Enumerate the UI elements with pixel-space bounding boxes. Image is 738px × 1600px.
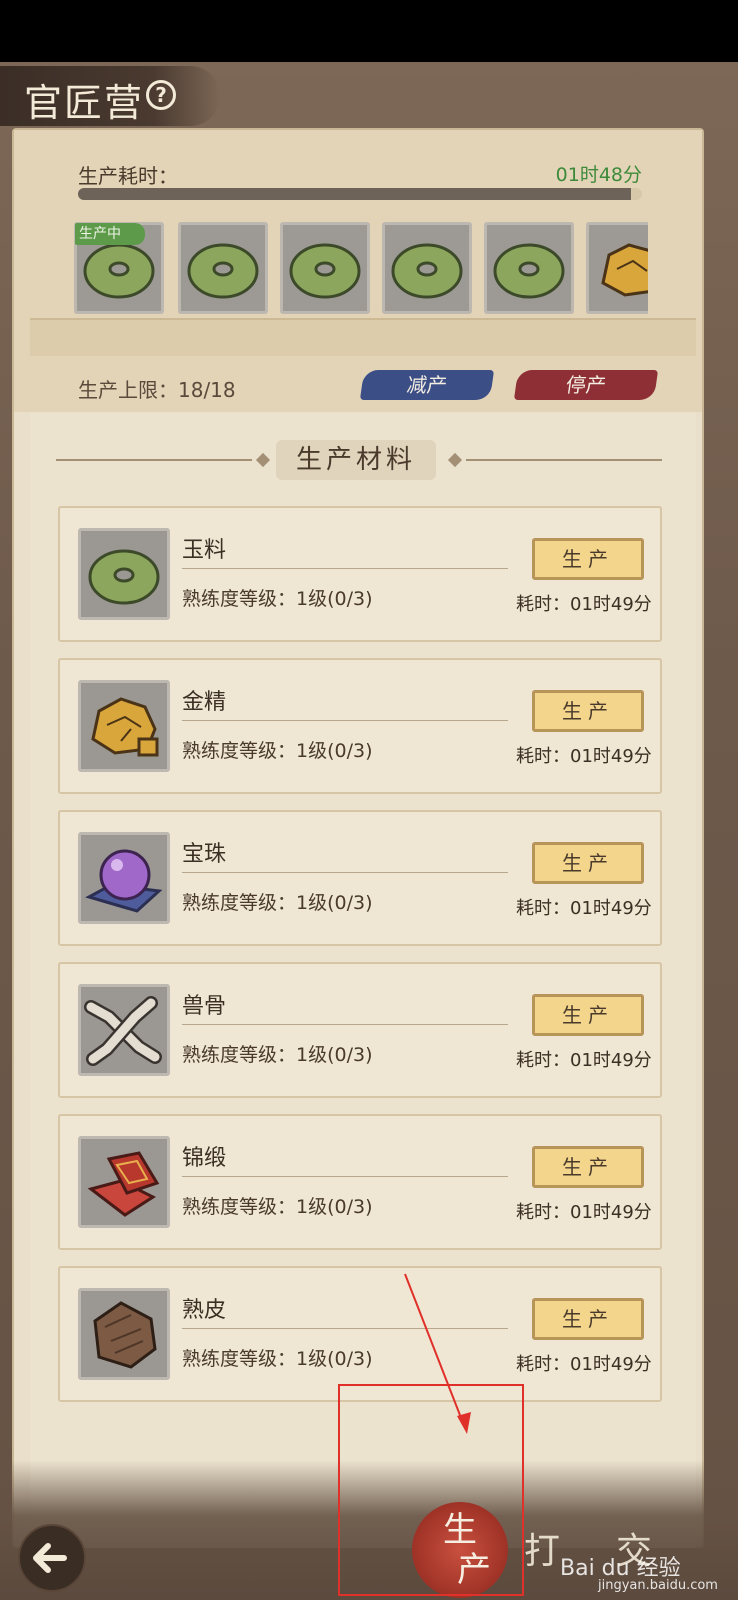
queue-slot[interactable]: 生产中 xyxy=(74,222,164,314)
card-divider xyxy=(182,720,508,721)
jade-disc-icon xyxy=(391,243,463,299)
proficiency-level: 熟练度等级：1级(0/3) xyxy=(182,740,373,762)
brocade-icon xyxy=(87,1151,160,1217)
material-name: 锦缎 xyxy=(182,1146,227,1171)
material-icon-box xyxy=(78,528,170,620)
reduce-production-button[interactable]: 减产 xyxy=(359,370,495,400)
shelf-decoration xyxy=(30,318,696,356)
produce-button[interactable]: 生产 xyxy=(532,842,644,884)
watermark-url: jingyan.baidu.com xyxy=(598,1578,718,1593)
material-icon-box xyxy=(78,1288,170,1380)
card-divider xyxy=(182,1176,508,1177)
queue-slot[interactable] xyxy=(382,222,472,314)
material-icon-box xyxy=(78,832,170,924)
annotation-highlight-box xyxy=(338,1384,524,1596)
jade-disc-icon xyxy=(289,243,361,299)
queue-slot[interactable] xyxy=(586,222,648,314)
status-badge: 生产中 xyxy=(75,223,145,245)
time-cost: 耗时：01时49分 xyxy=(516,594,652,615)
pearl-icon xyxy=(85,849,163,913)
production-time-value: 01时48分 xyxy=(555,164,642,186)
produce-button[interactable]: 生产 xyxy=(532,994,644,1036)
production-limit: 生产上限：18/18 xyxy=(78,378,236,402)
proficiency-level: 熟练度等级：1级(0/3) xyxy=(182,892,373,914)
produce-button[interactable]: 生产 xyxy=(532,690,644,732)
production-queue: 生产中 xyxy=(74,222,648,316)
gold-ore-icon xyxy=(601,243,648,297)
status-bar xyxy=(0,0,738,62)
produce-button[interactable]: 生产 xyxy=(532,1146,644,1188)
time-cost: 耗时：01时49分 xyxy=(516,1050,652,1071)
bone-icon xyxy=(84,996,162,1066)
back-button[interactable] xyxy=(18,1524,86,1592)
material-name: 宝珠 xyxy=(182,842,227,867)
production-progress-bar xyxy=(78,188,642,200)
card-divider xyxy=(182,1024,508,1025)
proficiency-level: 熟练度等级：1级(0/3) xyxy=(182,1044,373,1066)
jade-disc-icon xyxy=(88,549,160,605)
material-icon-box xyxy=(78,680,170,772)
proficiency-level: 熟练度等级：1级(0/3) xyxy=(182,1196,373,1218)
material-card: 玉料 熟练度等级：1级(0/3) 生产 耗时：01时49分 xyxy=(58,506,662,642)
material-name: 熟皮 xyxy=(182,1298,227,1323)
time-cost: 耗时：01时49分 xyxy=(516,1354,652,1375)
material-name: 兽骨 xyxy=(182,994,227,1019)
material-name: 金精 xyxy=(182,690,227,715)
proficiency-level: 熟练度等级：1级(0/3) xyxy=(182,588,373,610)
material-card: 金精 熟练度等级：1级(0/3) 生产 耗时：01时49分 xyxy=(58,658,662,794)
time-cost: 耗时：01时49分 xyxy=(516,898,652,919)
produce-button[interactable]: 生产 xyxy=(532,538,644,580)
leather-icon xyxy=(93,1301,157,1369)
time-cost: 耗时：01时49分 xyxy=(516,1202,652,1223)
divider xyxy=(466,459,662,461)
material-icon-box xyxy=(78,984,170,1076)
section-title: 生产材料 xyxy=(276,440,436,480)
time-cost: 耗时：01时49分 xyxy=(516,746,652,767)
jade-disc-icon xyxy=(187,243,259,299)
material-name: 玉料 xyxy=(182,538,227,563)
arrow-left-icon xyxy=(33,1543,67,1573)
progress-fill xyxy=(78,188,631,200)
jade-disc-icon xyxy=(493,243,565,299)
card-divider xyxy=(182,872,508,873)
material-card: 宝珠 熟练度等级：1级(0/3) 生产 耗时：01时49分 xyxy=(58,810,662,946)
material-card: 锦缎 熟练度等级：1级(0/3) 生产 耗时：01时49分 xyxy=(58,1114,662,1250)
proficiency-level: 熟练度等级：1级(0/3) xyxy=(182,1348,373,1370)
page-title: 官匠营 xyxy=(24,81,145,125)
production-time-label: 生产耗时： xyxy=(78,164,178,188)
material-icon-box xyxy=(78,1136,170,1228)
stop-production-button[interactable]: 停产 xyxy=(513,370,659,400)
divider xyxy=(56,459,252,461)
material-card: 兽骨 熟练度等级：1级(0/3) 生产 耗时：01时49分 xyxy=(58,962,662,1098)
queue-slot[interactable] xyxy=(280,222,370,314)
queue-slot[interactable] xyxy=(484,222,574,314)
produce-button[interactable]: 生产 xyxy=(532,1298,644,1340)
card-divider xyxy=(182,568,508,569)
material-card: 熟皮 熟练度等级：1级(0/3) 生产 耗时：01时49分 xyxy=(58,1266,662,1402)
gold-ore-icon xyxy=(91,697,159,757)
tab-craft[interactable]: 打 xyxy=(524,1522,560,1574)
queue-slot[interactable] xyxy=(178,222,268,314)
question-circle-icon[interactable]: ? xyxy=(146,80,176,110)
